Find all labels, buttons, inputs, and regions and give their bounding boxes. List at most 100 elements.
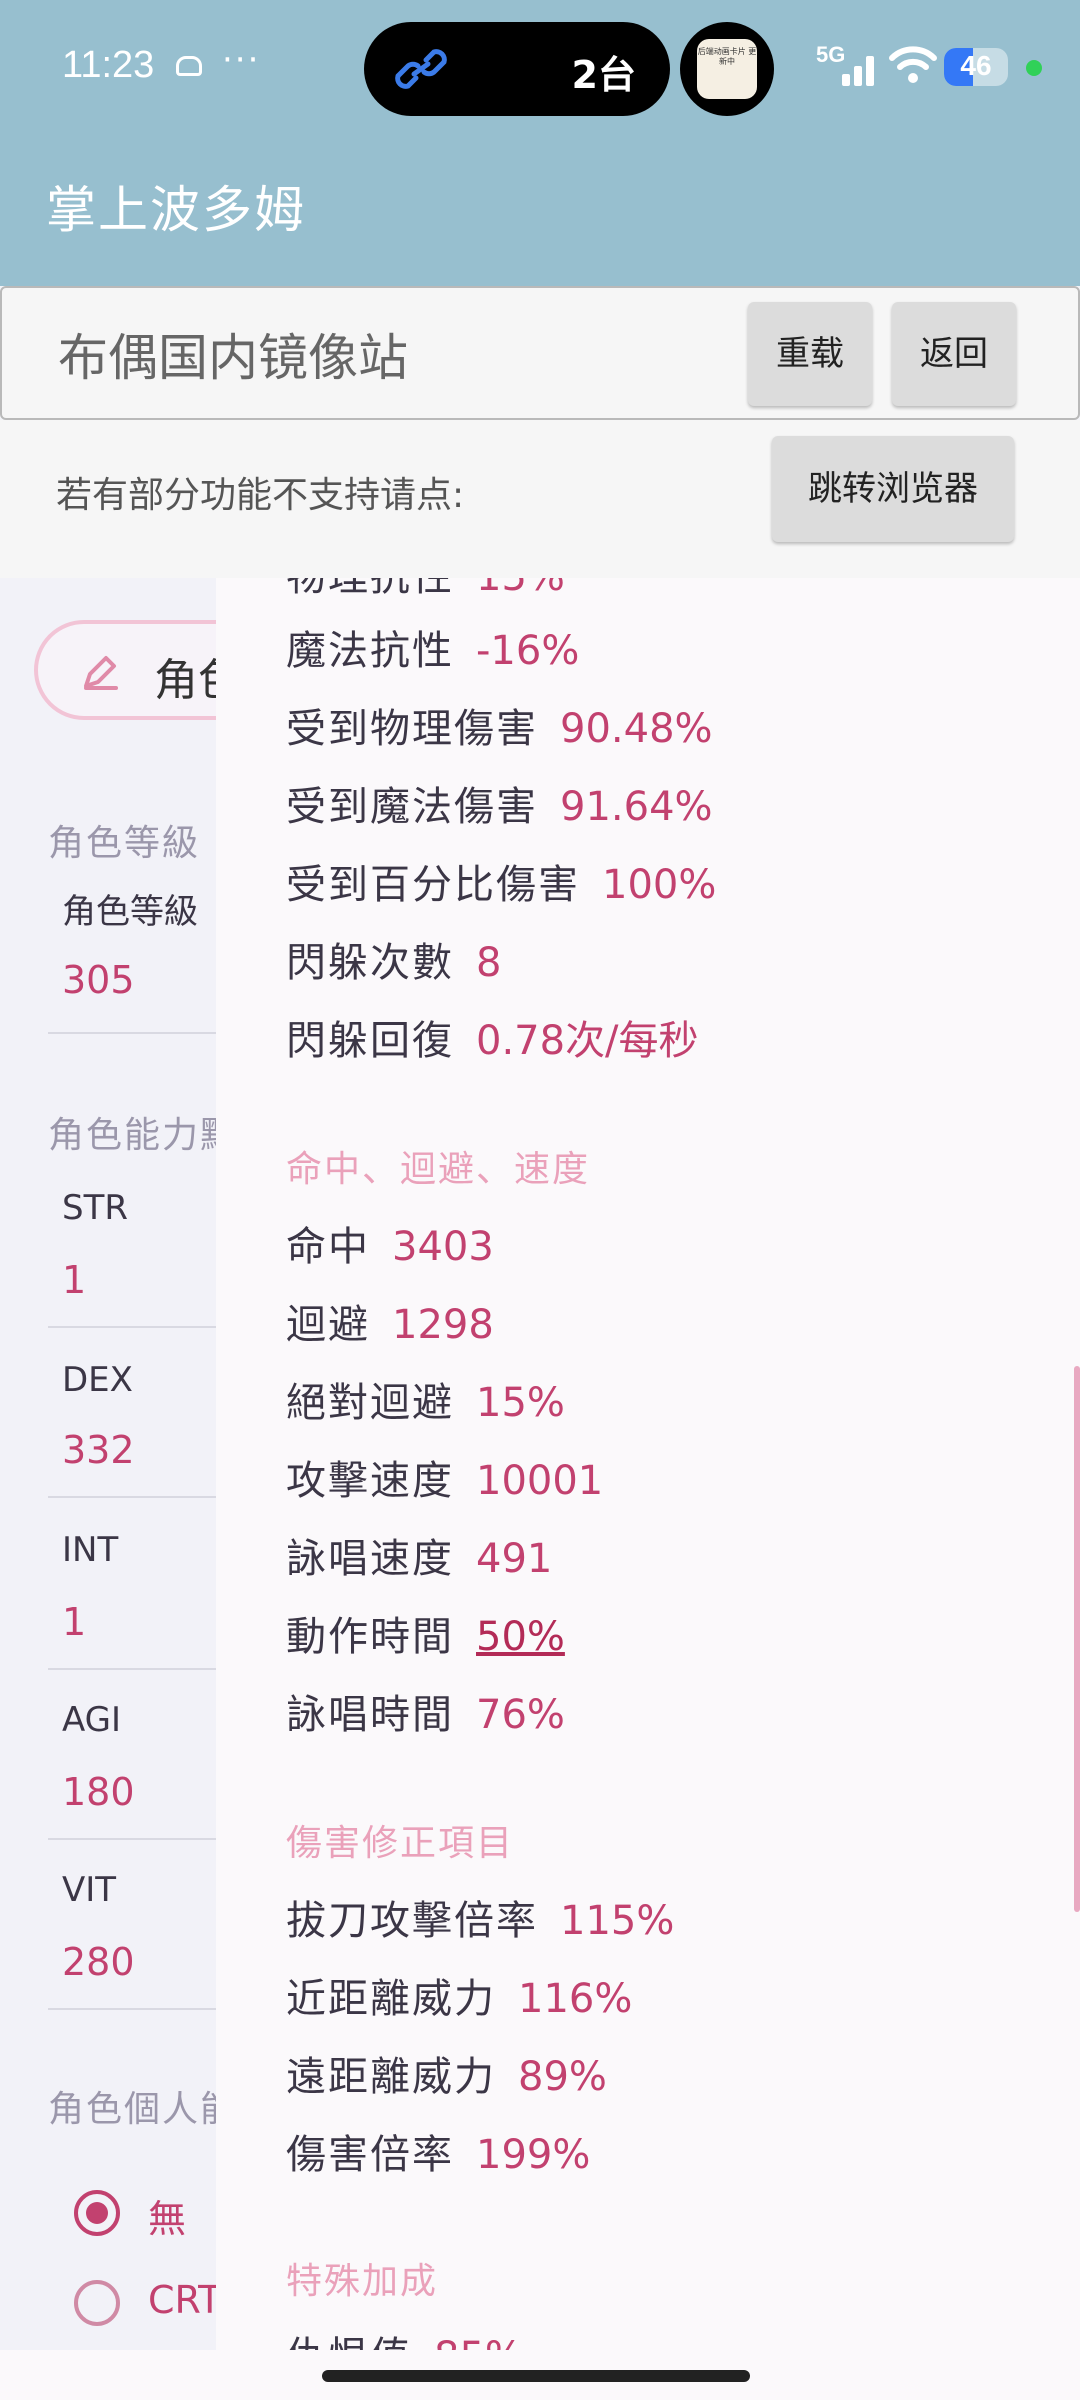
- island-count: 2台: [571, 53, 636, 97]
- stat-key: 受到物理傷害: [286, 706, 538, 752]
- stat-row: 受到魔法傷害 91.64%: [286, 774, 713, 832]
- stat-row: 物理抗性 15%: [286, 578, 565, 602]
- stat-row: 遠距離威力 89%: [286, 2044, 607, 2102]
- signal-icon: [828, 48, 876, 86]
- battery-level: 46: [960, 50, 992, 81]
- stat-row: 攻擊速度 10001: [286, 1448, 603, 1506]
- stat-value: 491: [476, 1536, 553, 1582]
- section-personal-title: 角色個人能: [48, 2089, 239, 2130]
- stat-value: 116%: [518, 1976, 633, 2022]
- stat-key: 拔刀攻擊倍率: [286, 1898, 538, 1944]
- stat-value: 8: [476, 940, 502, 986]
- stat-key: 受到魔法傷害: [286, 784, 538, 830]
- status-more-icon: ···: [222, 40, 261, 80]
- stat-key: 絕對迴避: [286, 1380, 454, 1426]
- stat-label-int: INT: [62, 1530, 119, 1570]
- stat-value: 76%: [476, 1692, 565, 1738]
- stat-key: 詠唱速度: [286, 1536, 454, 1582]
- stat-key: 物理抗性: [286, 578, 454, 600]
- stat-value: 0.78次/每秒: [476, 1018, 699, 1064]
- radio-crt-label: CRT: [148, 2278, 222, 2322]
- battery-icon: 46: [944, 48, 1008, 86]
- stat-label-str: STR: [62, 1188, 128, 1228]
- stat-row: 近距離威力 116%: [286, 1966, 632, 2024]
- stat-value: 1298: [392, 1302, 494, 1348]
- stat-key: 魔法抗性: [286, 628, 454, 674]
- level-field-value[interactable]: 305: [62, 958, 135, 1002]
- app-bar: 掌上波多姆: [0, 140, 1080, 286]
- stats-panel[interactable]: 物理抗性 15% 魔法抗性 -16% 受到物理傷害 90.48% 受到魔法傷害 91.6…: [216, 578, 1080, 2350]
- stat-key: 迴避: [286, 1302, 370, 1348]
- stat-label-agi: AGI: [62, 1700, 122, 1740]
- stat-key: 閃躲回復: [286, 1018, 454, 1064]
- stat-row: 命中 3403: [286, 1214, 494, 1272]
- stat-row: 絕對迴避 15%: [286, 1370, 565, 1428]
- stat-label-dex: DEX: [62, 1360, 133, 1400]
- level-field-label: 角色等級: [62, 892, 198, 932]
- link-icon: [395, 49, 447, 89]
- stat-row: 魔法抗性 -16%: [286, 618, 579, 676]
- group-title-special-bonus: 特殊加成: [286, 2261, 439, 2302]
- stat-value: 90.48%: [560, 706, 713, 752]
- stat-value-int[interactable]: 1: [62, 1600, 86, 1644]
- stat-row: 拔刀攻擊倍率 115%: [286, 1888, 674, 1946]
- group-title-damage-modifiers: 傷害修正項目: [286, 1823, 515, 1864]
- panel-scrollbar[interactable]: [1074, 1366, 1080, 1912]
- stat-value: 115%: [560, 1898, 675, 1944]
- stat-key: 詠唱時間: [286, 1692, 454, 1738]
- dynamic-island[interactable]: 2台: [364, 22, 670, 116]
- wifi-icon: [889, 46, 937, 83]
- stat-row: 動作時間 50%: [286, 1604, 565, 1662]
- stat-row: 迴避 1298: [286, 1292, 494, 1350]
- mirror-site-bar: 布偶国内镜像站 重载 返回: [0, 286, 1080, 420]
- stat-key: 仇恨值: [286, 2334, 412, 2350]
- stat-key: 動作時間: [286, 1614, 454, 1660]
- reload-button[interactable]: 重载: [748, 302, 872, 406]
- privacy-indicator: [1026, 60, 1042, 76]
- stat-value: 89%: [518, 2054, 607, 2100]
- stat-key: 受到百分比傷害: [286, 862, 580, 908]
- status-time: 11:23: [62, 44, 155, 86]
- stat-value: 15%: [476, 1380, 565, 1426]
- stat-value-dex[interactable]: 332: [62, 1428, 135, 1472]
- stat-key: 命中: [286, 1224, 370, 1270]
- browser-hint-bar: 若有部分功能不支持请点: 跳转浏览器: [0, 420, 1080, 578]
- stat-row: 受到物理傷害 90.48%: [286, 696, 713, 754]
- thumbnail-text: 后端动画卡片 更新中: [697, 39, 757, 99]
- stat-value-str[interactable]: 1: [62, 1258, 86, 1302]
- stat-value-agi[interactable]: 180: [62, 1770, 135, 1814]
- open-browser-button[interactable]: 跳转浏览器: [772, 436, 1014, 542]
- hint-text: 若有部分功能不支持请点:: [56, 475, 465, 516]
- group-title-hit-speed: 命中、迴避、速度: [286, 1149, 591, 1190]
- stat-value: 91.64%: [560, 784, 713, 830]
- stat-row: 閃躲回復 0.78次/每秒: [286, 1008, 699, 1066]
- action-time-link[interactable]: 50%: [476, 1614, 565, 1660]
- helmet-icon: [176, 56, 202, 76]
- stat-value: 15%: [476, 578, 565, 600]
- stat-label-vit: VIT: [62, 1870, 117, 1910]
- stat-row: 受到百分比傷害 100%: [286, 852, 716, 910]
- stat-row: 傷害倍率 199%: [286, 2122, 590, 2180]
- stat-value: -16%: [476, 628, 580, 674]
- stat-key: 近距離威力: [286, 1976, 496, 2022]
- stat-value: 100%: [602, 862, 717, 908]
- section-stats-title: 角色能力點: [48, 1115, 239, 1156]
- radio-none-label: 無: [148, 2197, 187, 2241]
- back-button[interactable]: 返回: [892, 302, 1016, 406]
- home-indicator[interactable]: [322, 2370, 750, 2382]
- stat-value: 85%: [434, 2334, 523, 2350]
- stat-key: 閃躲次數: [286, 940, 454, 986]
- stat-value-vit[interactable]: 280: [62, 1940, 135, 1984]
- radio-none[interactable]: [74, 2190, 120, 2236]
- stat-value: 199%: [476, 2132, 591, 2178]
- stat-row: 詠唱時間 76%: [286, 1682, 565, 1740]
- app-title: 掌上波多姆: [46, 181, 306, 239]
- section-level-title: 角色等級: [48, 823, 201, 864]
- stat-key: 傷害倍率: [286, 2132, 454, 2178]
- radio-crt[interactable]: [74, 2280, 120, 2326]
- status-bar: 11:23 ··· 2台 后端动画卡片 更新中 5G 46: [0, 0, 1080, 140]
- stat-key: 攻擊速度: [286, 1458, 454, 1504]
- stat-key: 遠距離威力: [286, 2054, 496, 2100]
- live-activity-thumbnail[interactable]: 后端动画卡片 更新中: [680, 22, 774, 116]
- stat-value: 3403: [392, 1224, 494, 1270]
